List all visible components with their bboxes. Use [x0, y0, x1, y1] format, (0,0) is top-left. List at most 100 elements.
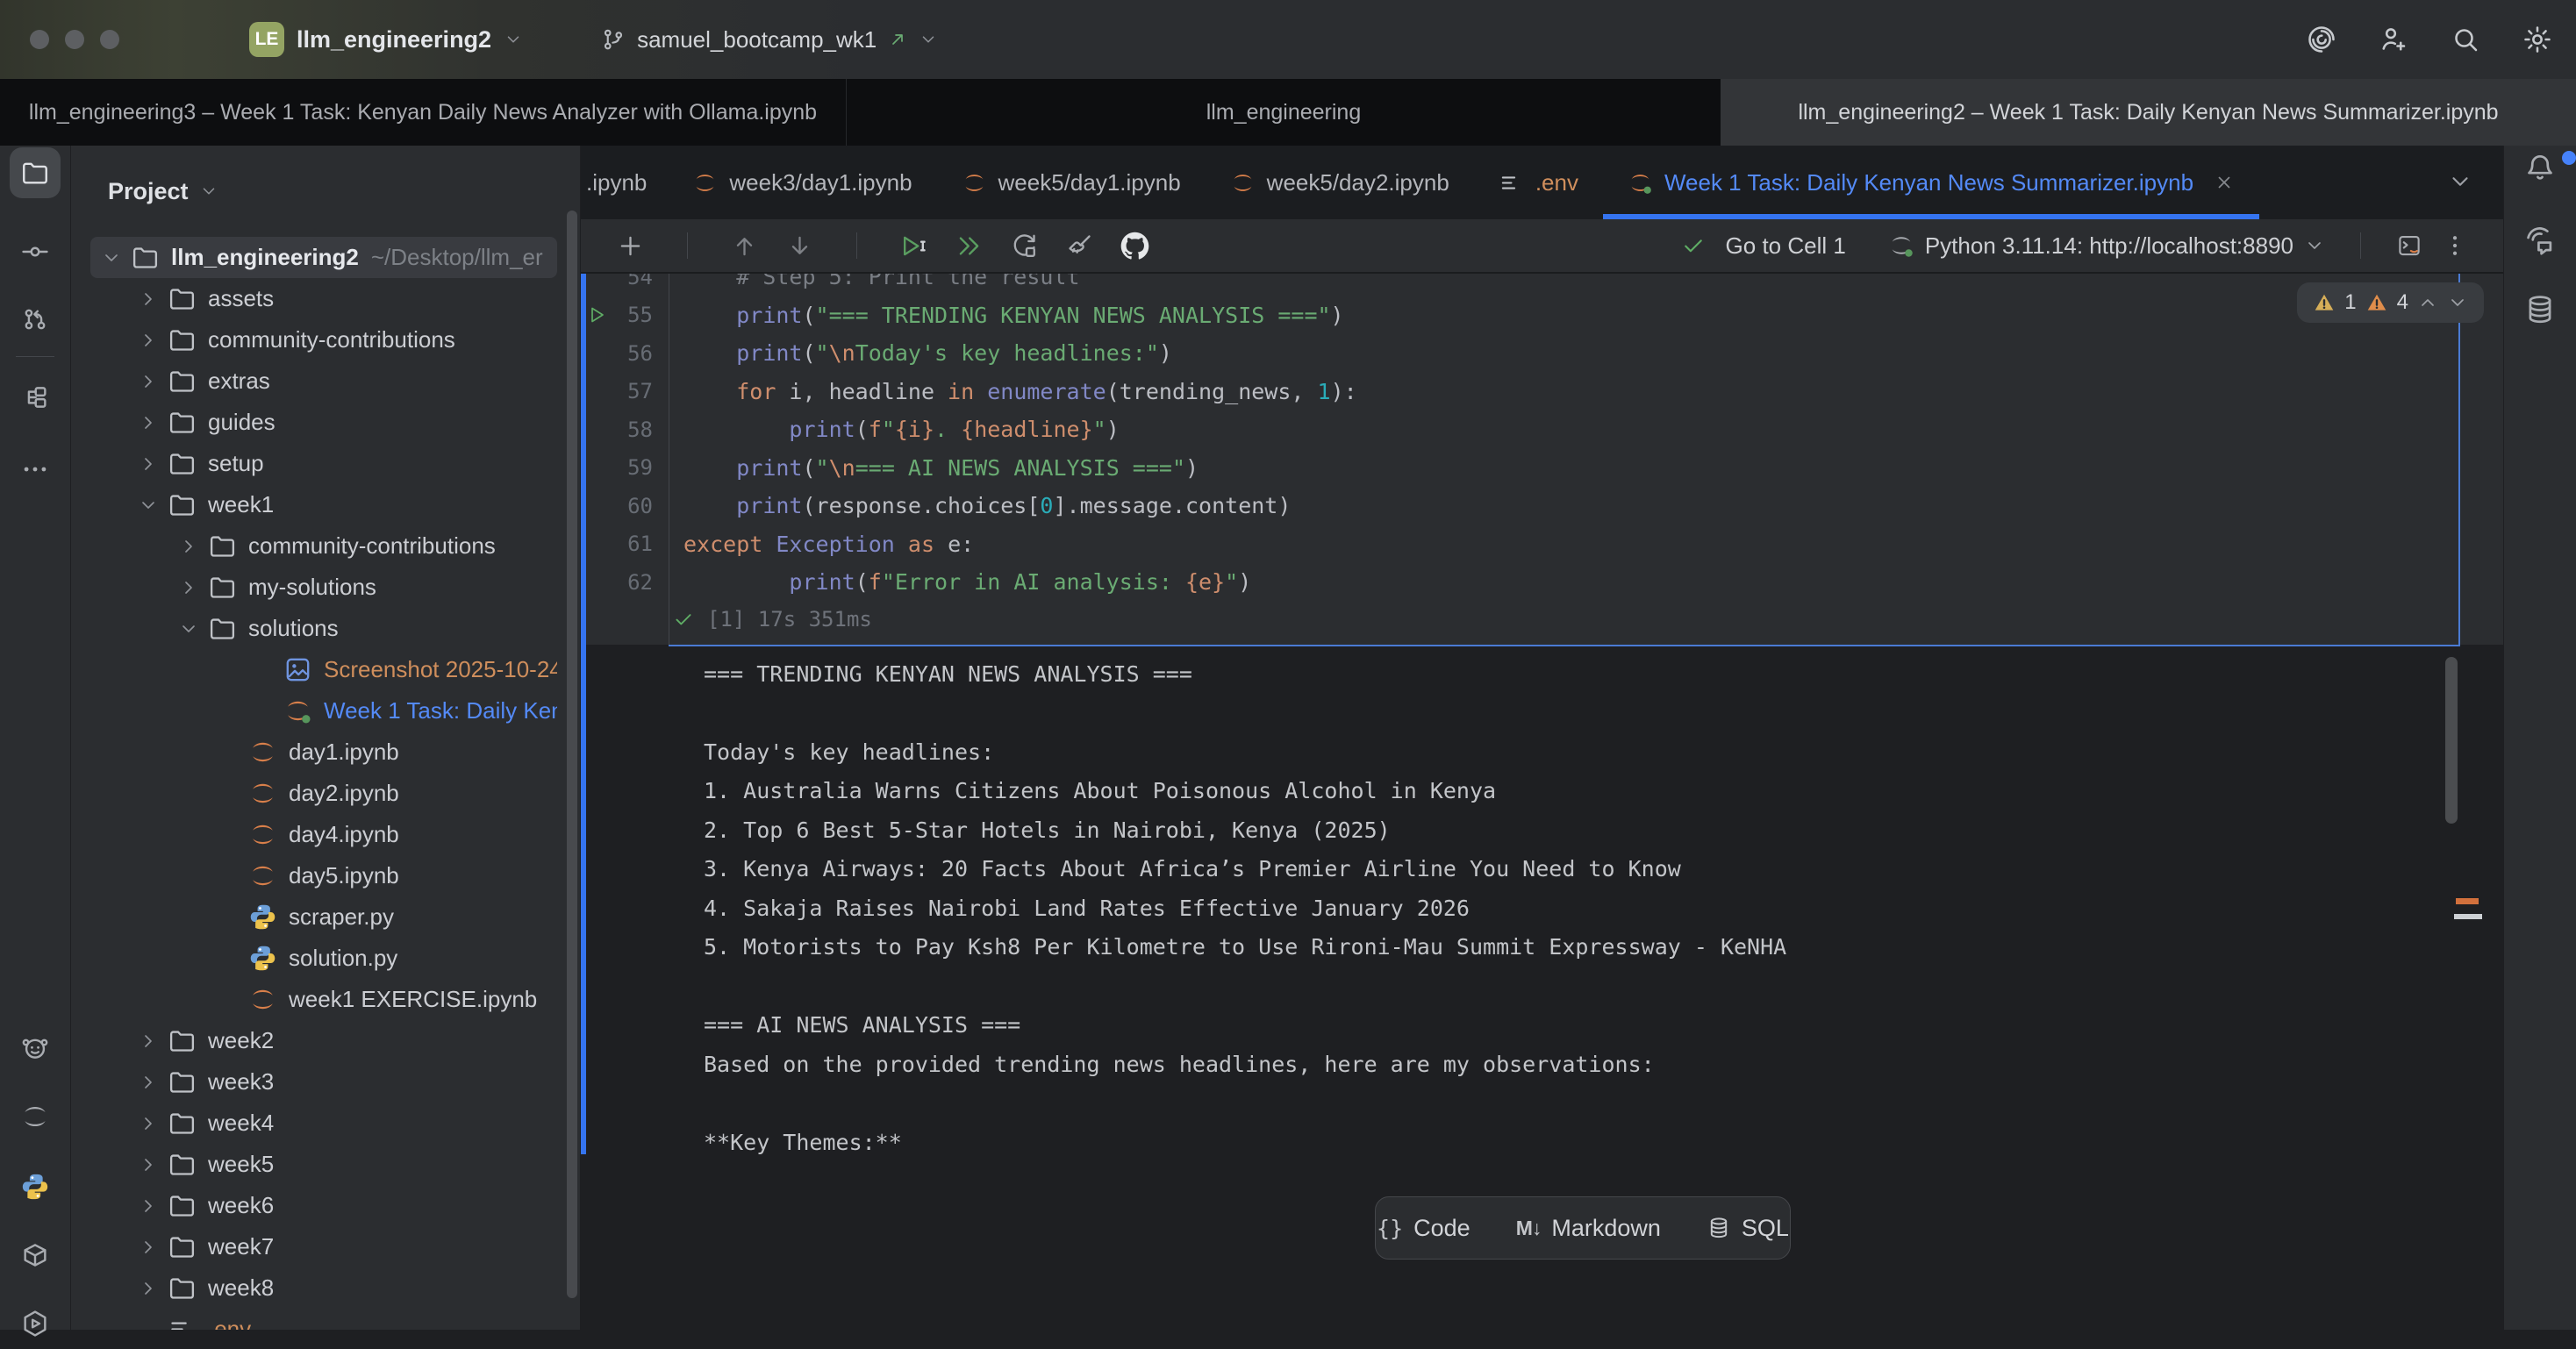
- structure-tool-button[interactable]: [10, 372, 61, 423]
- tree-row[interactable]: week7: [90, 1226, 557, 1267]
- code-line[interactable]: 54 # Step 5: Print the result: [581, 274, 2503, 296]
- zoom-window-button[interactable]: [100, 30, 119, 49]
- editor-tab[interactable]: .env: [1474, 146, 1603, 219]
- tree-row[interactable]: Week 1 Task: Daily Kenyar: [90, 690, 557, 732]
- chevron-icon[interactable]: [138, 1113, 159, 1134]
- run-cell-icon[interactable]: [899, 232, 928, 261]
- database-tool-button[interactable]: [2523, 293, 2557, 326]
- tree-row[interactable]: week1 EXERCISE.ipynb: [90, 979, 557, 1020]
- previous-problem-chevron-icon[interactable]: [2417, 292, 2438, 313]
- tree-row[interactable]: week5: [90, 1144, 557, 1185]
- hidden-tabs-chevron-icon[interactable]: [2447, 168, 2473, 195]
- project-panel-header[interactable]: Project: [71, 146, 580, 237]
- window-controls[interactable]: [0, 30, 153, 49]
- commit-tool-button[interactable]: [10, 226, 61, 277]
- tree-row[interactable]: setup: [90, 443, 557, 484]
- tree-row[interactable]: week4: [90, 1103, 557, 1144]
- code-line[interactable]: 56 print("\nToday's key headlines:"): [581, 334, 2503, 373]
- ai-chat-tool-button[interactable]: [2523, 225, 2557, 258]
- tree-row[interactable]: scraper.py: [90, 896, 557, 938]
- editor-tab[interactable]: week5/day2.ipynb: [1206, 146, 1474, 219]
- run-gutter-icon[interactable]: [588, 304, 611, 327]
- chevron-icon[interactable]: [178, 536, 199, 557]
- editor-tab[interactable]: week3/day1.ipynb: [668, 146, 936, 219]
- tree-row[interactable]: day2.ipynb: [90, 773, 557, 814]
- chevron-icon[interactable]: [138, 1196, 159, 1217]
- services-tool-button[interactable]: [10, 1298, 61, 1349]
- tree-row[interactable]: week3: [90, 1061, 557, 1103]
- editor-scrollbar[interactable]: [2445, 657, 2458, 824]
- code-cell[interactable]: 54 # Step 5: Print the result 55 print("…: [581, 274, 2503, 645]
- window-tab[interactable]: llm_engineering: [847, 79, 1721, 146]
- minimize-window-button[interactable]: [65, 30, 84, 49]
- python-console-tool-button[interactable]: [10, 1161, 61, 1212]
- code-line[interactable]: 58 print(f"{i}. {headline}"): [581, 410, 2503, 449]
- tree-row[interactable]: Screenshot 2025-10-24 at: [90, 649, 557, 690]
- chevron-icon[interactable]: [138, 453, 159, 475]
- tree-row[interactable]: week1: [90, 484, 557, 525]
- tree-row[interactable]: week6: [90, 1185, 557, 1226]
- chevron-icon[interactable]: [138, 1278, 159, 1299]
- window-tab[interactable]: llm_engineering2 – Week 1 Task: Daily Ke…: [1721, 79, 2576, 146]
- close-tab-icon[interactable]: [2214, 172, 2235, 193]
- kernel-selector[interactable]: Python 3.11.14: http://localhost:8890: [1888, 232, 2325, 260]
- pull-requests-tool-button[interactable]: [10, 294, 61, 345]
- code-line[interactable]: 57 for i, headline in enumerate(trending…: [581, 373, 2503, 411]
- branch-selector[interactable]: samuel_bootcamp_wk1: [600, 26, 938, 54]
- warning-stripe-mark[interactable]: [2456, 898, 2479, 904]
- go-to-cell-button[interactable]: Go to Cell 1: [1726, 232, 1846, 260]
- project-tool-button[interactable]: [10, 147, 61, 198]
- chevron-icon[interactable]: [178, 618, 199, 639]
- search-everywhere-icon[interactable]: [2450, 24, 2481, 55]
- chevron-icon[interactable]: [138, 330, 159, 351]
- jupyter-console-icon[interactable]: [2396, 232, 2422, 259]
- editor-tab[interactable]: Week 1 Task: Daily Kenyan News Summarize…: [1603, 146, 2259, 219]
- add-markdown-cell-button[interactable]: M↓ Markdown: [1493, 1215, 1684, 1242]
- add-code-cell-button[interactable]: {} Code: [1354, 1215, 1493, 1242]
- chevron-icon[interactable]: [138, 1072, 159, 1093]
- move-cell-down-icon[interactable]: [785, 232, 814, 261]
- chevron-icon[interactable]: [138, 495, 159, 516]
- tree-row[interactable]: day1.ipynb: [90, 732, 557, 773]
- tree-row[interactable]: community-contributions: [90, 319, 557, 360]
- code-line[interactable]: 59 print("\n=== AI NEWS ANALYSIS ==="): [581, 449, 2503, 488]
- restart-kernel-icon[interactable]: [1010, 232, 1039, 261]
- editor-tab-partial[interactable]: .ipynb: [581, 146, 668, 219]
- kebab-menu-icon[interactable]: [2442, 232, 2468, 259]
- tree-row[interactable]: community-contributions: [90, 525, 557, 567]
- chevron-icon[interactable]: [138, 1237, 159, 1258]
- project-tree-scrollbar[interactable]: [567, 211, 577, 1298]
- tree-row[interactable]: solution.py: [90, 938, 557, 979]
- tree-row[interactable]: week2: [90, 1020, 557, 1061]
- chevron-icon[interactable]: [138, 412, 159, 433]
- settings-gear-icon[interactable]: [2522, 24, 2553, 55]
- tree-row[interactable]: llm_engineering2 ~/Desktop/llm_er: [90, 237, 557, 278]
- window-tab[interactable]: llm_engineering3 – Week 1 Task: Kenyan D…: [0, 79, 847, 146]
- code-line[interactable]: 55 print("=== TRENDING KENYAN NEWS ANALY…: [581, 296, 2503, 335]
- notebook-editor[interactable]: 54 # Step 5: Print the result 55 print("…: [581, 274, 2503, 1330]
- tree-row[interactable]: day4.ipynb: [90, 814, 557, 855]
- chevron-icon[interactable]: [178, 577, 199, 598]
- chevron-icon[interactable]: [138, 1154, 159, 1175]
- github-icon[interactable]: [1120, 232, 1149, 261]
- tree-row[interactable]: extras: [90, 360, 557, 402]
- close-window-button[interactable]: [30, 30, 49, 49]
- project-selector[interactable]: LE llm_engineering2: [249, 22, 523, 57]
- tree-row[interactable]: guides: [90, 402, 557, 443]
- stripe-mark[interactable]: [2454, 914, 2482, 919]
- notifications-button[interactable]: [2523, 151, 2557, 184]
- jupyter-tool-button[interactable]: [10, 1091, 61, 1142]
- tree-row[interactable]: assets: [90, 278, 557, 319]
- tree-row[interactable]: solutions: [90, 608, 557, 649]
- editor-tab[interactable]: week5/day1.ipynb: [937, 146, 1206, 219]
- next-problem-chevron-icon[interactable]: [2447, 292, 2468, 313]
- inspections-widget[interactable]: 1 4: [2297, 282, 2484, 323]
- add-sql-cell-button[interactable]: SQL: [1684, 1215, 1812, 1242]
- tree-row[interactable]: my-solutions: [90, 567, 557, 608]
- chevron-icon[interactable]: [101, 247, 122, 268]
- ai-assistant-tool-button[interactable]: [10, 1023, 61, 1074]
- ai-assistant-icon[interactable]: [2306, 24, 2337, 55]
- run-all-cells-icon[interactable]: [955, 232, 984, 261]
- move-cell-up-icon[interactable]: [730, 232, 759, 261]
- more-tools-button[interactable]: [10, 444, 61, 495]
